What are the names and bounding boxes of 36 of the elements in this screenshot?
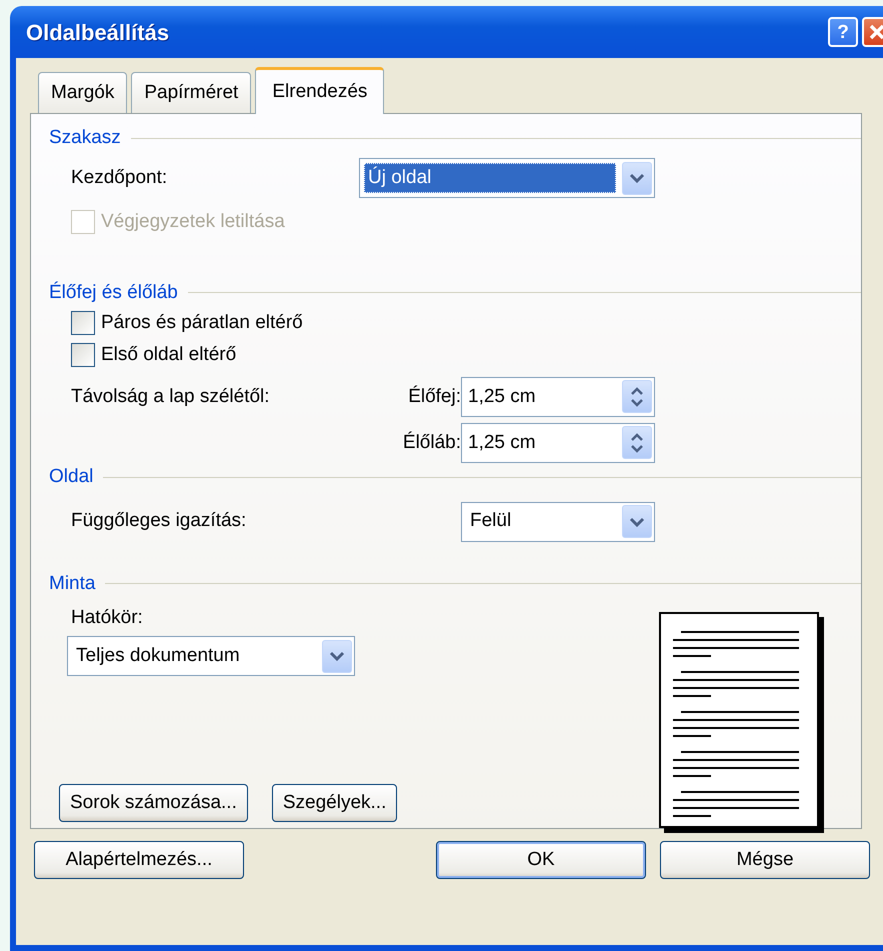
dialog-button[interactable]: Sorok számozása... [59, 784, 248, 822]
tab[interactable]: Margók [38, 72, 128, 113]
checkbox-label: Első oldal eltérő [101, 342, 236, 367]
dialog-button[interactable]: Szegélyek... [272, 784, 398, 822]
section-heading: Élőfej és élőláb [49, 280, 178, 305]
field-label: Függőleges igazítás: [71, 509, 248, 534]
checkbox-label: Végjegyzetek letiltása [101, 210, 285, 234]
dialog-button[interactable]: Mégse [660, 841, 870, 879]
checkbox[interactable] [71, 310, 95, 335]
dropdown[interactable]: Teljes dokumentum [67, 636, 355, 676]
field-label: Hatókör: [71, 606, 143, 630]
close-button[interactable] [862, 17, 883, 47]
checkbox[interactable] [71, 342, 95, 367]
spin-field[interactable]: 1,25 cm [461, 422, 655, 463]
section-heading: Minta [49, 572, 96, 596]
up-down-arrows-icon [629, 430, 645, 455]
chevron-down-icon [329, 650, 345, 662]
close-icon [868, 23, 883, 41]
chevron-down-icon [629, 516, 645, 528]
field-label: Élőfej: [407, 384, 461, 409]
window-title: Oldalbeállítás [25, 18, 170, 46]
dropdown[interactable]: Felül [461, 502, 655, 542]
dialog-button[interactable]: OK [436, 841, 646, 879]
spin-field[interactable]: 1,25 cm [461, 376, 655, 417]
dropdown[interactable]: Új oldal [359, 158, 655, 198]
tab[interactable]: Elrendezés [255, 67, 384, 114]
chevron-down-icon [629, 172, 645, 184]
field-label: Kezdőpont: [71, 166, 168, 190]
dialog-button[interactable]: Alapértelmezés... [34, 841, 244, 879]
up-down-arrows-icon [629, 384, 645, 409]
section-heading: Szakasz [49, 126, 121, 150]
checkbox-label: Páros és páratlan eltérő [101, 310, 303, 335]
field-label: Élőláb: [402, 430, 461, 455]
field-label: Távolság a lap szélétől: [71, 384, 271, 409]
section-heading: Oldal [49, 465, 94, 490]
tab[interactable]: Papírméret [131, 72, 252, 113]
